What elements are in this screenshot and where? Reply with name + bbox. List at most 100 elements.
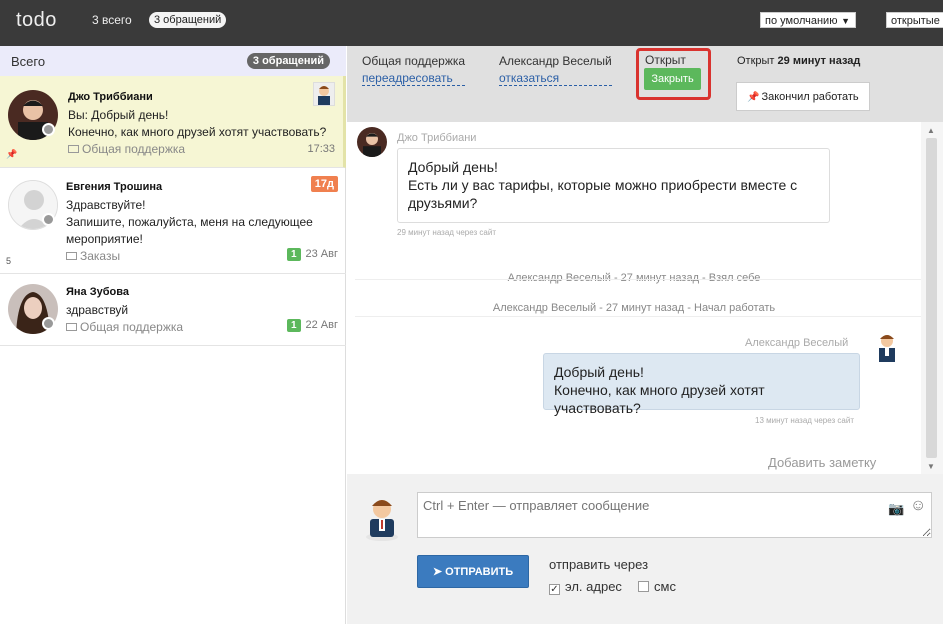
message-line: Есть ли у вас тарифы, которые можно прио… — [408, 177, 798, 193]
close-button[interactable]: Закрыть — [644, 68, 701, 90]
group-column: Общая поддержка переадресовать — [362, 54, 466, 86]
unread-count-badge: 1 — [286, 248, 301, 261]
email-option[interactable]: ✓ эл. адрес — [549, 579, 622, 595]
conversation-preview-line: мероприятие! — [66, 232, 143, 246]
event-line: Александр Веселый - 27 минут назад - Нач… — [492, 302, 776, 314]
conversation-time: 1 23 Авг — [286, 248, 338, 261]
agent-avatar-icon — [362, 493, 402, 541]
envelope-icon — [68, 145, 79, 153]
message-input[interactable] — [417, 492, 932, 538]
camera-icon[interactable]: 📷 — [888, 501, 904, 517]
conversation-preview-line: Вы: Добрый день! — [68, 108, 169, 122]
opened-info: Открыт 29 минут назад — [737, 55, 860, 67]
message-line: Конечно, как много друзей хотят участвов… — [554, 382, 765, 416]
conversation-channel: Общая поддержка — [68, 142, 185, 156]
sms-option-label: смс — [654, 579, 676, 594]
add-note-link[interactable]: Добавить заметку — [768, 455, 876, 470]
opened-time: 29 минут назад — [777, 55, 861, 67]
conversation-item[interactable]: Джо Триббиани Вы: Добрый день! Конечно, … — [0, 76, 346, 168]
send-button[interactable]: ➤ ОТПРАВИТЬ — [417, 555, 529, 588]
conversation-channel-label: Общая поддержка — [80, 320, 184, 334]
incoming-message: Добрый день! Есть ли у вас тарифы, котор… — [397, 148, 830, 223]
nav-total-link[interactable]: 3 всего — [92, 13, 132, 27]
offline-status-dot — [42, 123, 55, 136]
reassign-link[interactable]: переадресовать — [362, 71, 466, 86]
offline-status-dot — [42, 317, 55, 330]
message-author: Джо Триббиани — [397, 132, 477, 144]
app-logo[interactable]: todo — [16, 9, 57, 32]
outgoing-message: Добрый день! Конечно, как много друзей х… — [543, 353, 860, 416]
avatar — [357, 127, 387, 157]
chat-history: Джо Триббиани Добрый день! Есть ли у вас… — [347, 122, 921, 474]
offline-status-dot — [42, 213, 55, 226]
conversation-channel-label: Заказы — [80, 249, 121, 263]
conversation-time: 17:33 — [307, 143, 335, 155]
dropdown-arrow-icon: ▼ — [841, 16, 850, 26]
envelope-icon — [66, 323, 77, 331]
agent-avatar-icon — [874, 330, 900, 362]
opened-prefix: Открыт — [737, 55, 775, 67]
conversation-channel: Заказы — [66, 249, 120, 263]
send-icon: ➤ — [432, 566, 443, 578]
conversation-name: Евгения Трошина — [66, 181, 163, 193]
sms-option[interactable]: смс — [638, 579, 676, 594]
email-option-label: эл. адрес — [565, 579, 622, 594]
conversation-count-badge: 3 обращений — [246, 53, 330, 69]
status-label: Открыт — [645, 53, 686, 67]
app-window: todo 3 всего 3 обращений по умолчанию ▼ … — [0, 0, 943, 624]
email-checkbox[interactable]: ✓ — [549, 584, 560, 595]
sms-checkbox[interactable] — [638, 581, 649, 592]
message-line: Добрый день! — [408, 159, 498, 175]
conversation-time: 1 22 Авг — [286, 319, 338, 332]
unread-count-badge: 1 — [286, 319, 301, 332]
message-line: друзьями? — [408, 195, 478, 211]
conversation-channel: Общая поддержка — [66, 320, 183, 334]
send-button-label: ОТПРАВИТЬ — [445, 566, 514, 578]
scroll-up-icon[interactable]: ▲ — [927, 126, 935, 135]
message-meta: 29 минут назад через сайт — [397, 228, 496, 237]
message-line: Добрый день! — [554, 364, 644, 380]
message-meta: 13 минут назад через сайт — [755, 416, 854, 425]
smile-icon[interactable]: ☺ — [910, 497, 926, 515]
conversation-date: 22 Авг — [305, 319, 338, 331]
conversation-name: Яна Зубова — [66, 286, 129, 298]
divider — [355, 279, 921, 280]
conversation-list-header: Всего 3 обращений — [0, 46, 346, 76]
conversation-name: Джо Триббиани — [68, 91, 153, 103]
envelope-icon — [66, 252, 77, 260]
conversation-date: 23 Авг — [305, 248, 338, 260]
send-via-label: отправить через — [549, 557, 649, 572]
agent-label: Александр Веселый — [499, 54, 612, 68]
nav-requests-pill[interactable]: 3 обращений — [149, 12, 227, 28]
conversation-preview-line: здравствуй — [66, 303, 129, 317]
scroll-down-icon[interactable]: ▼ — [927, 462, 935, 471]
status-select-value: открытые — [891, 15, 940, 27]
conversation-list-title: Всего — [11, 54, 46, 69]
divider — [355, 316, 921, 317]
finish-work-button[interactable]: 📌 Закончил работать — [736, 82, 870, 111]
message-author: Александр Веселый — [745, 337, 849, 349]
agent-column: Александр Веселый отказаться — [499, 54, 612, 86]
small-count: 5 — [6, 256, 12, 266]
conversation-preview-line: Здравствуйте! — [66, 198, 146, 212]
agent-avatar-icon — [313, 82, 335, 106]
decline-link[interactable]: отказаться — [499, 71, 612, 86]
scrollbar-thumb[interactable] — [926, 138, 937, 458]
pin-icon: 📌 — [6, 149, 18, 159]
pin-icon: 📌 — [747, 91, 760, 103]
chat-scrollbar[interactable]: ▲ ▼ — [921, 122, 943, 474]
sort-select-value: по умолчанию — [765, 15, 838, 27]
conversation-item[interactable]: Яна Зубова здравствуй Общая поддержка 12… — [0, 274, 346, 346]
conversation-channel-label: Общая поддержка — [82, 142, 186, 156]
sort-select[interactable]: по умолчанию ▼ — [760, 12, 856, 28]
finish-work-label: Закончил работать — [761, 90, 859, 103]
status-select[interactable]: открытые — [886, 12, 943, 28]
group-label: Общая поддержка — [362, 54, 466, 68]
conversation-list-panel: Всего 3 обращений Джо Триббиани Вы: Добр… — [0, 46, 346, 624]
conversation-item[interactable]: 17д Евгения Трошина Здравствуйте! Запиши… — [0, 168, 346, 274]
conversation-preview-line: Запишите, пожалуйста, меня на следующее — [66, 215, 313, 229]
top-bar: todo 3 всего 3 обращений по умолчанию ▼ … — [0, 0, 943, 46]
event-line: Александр Веселый - 27 минут назад - Взя… — [507, 272, 761, 284]
age-badge: 17д — [310, 176, 338, 192]
conversation-preview-line: Конечно, как много друзей хотят участвов… — [68, 125, 327, 139]
